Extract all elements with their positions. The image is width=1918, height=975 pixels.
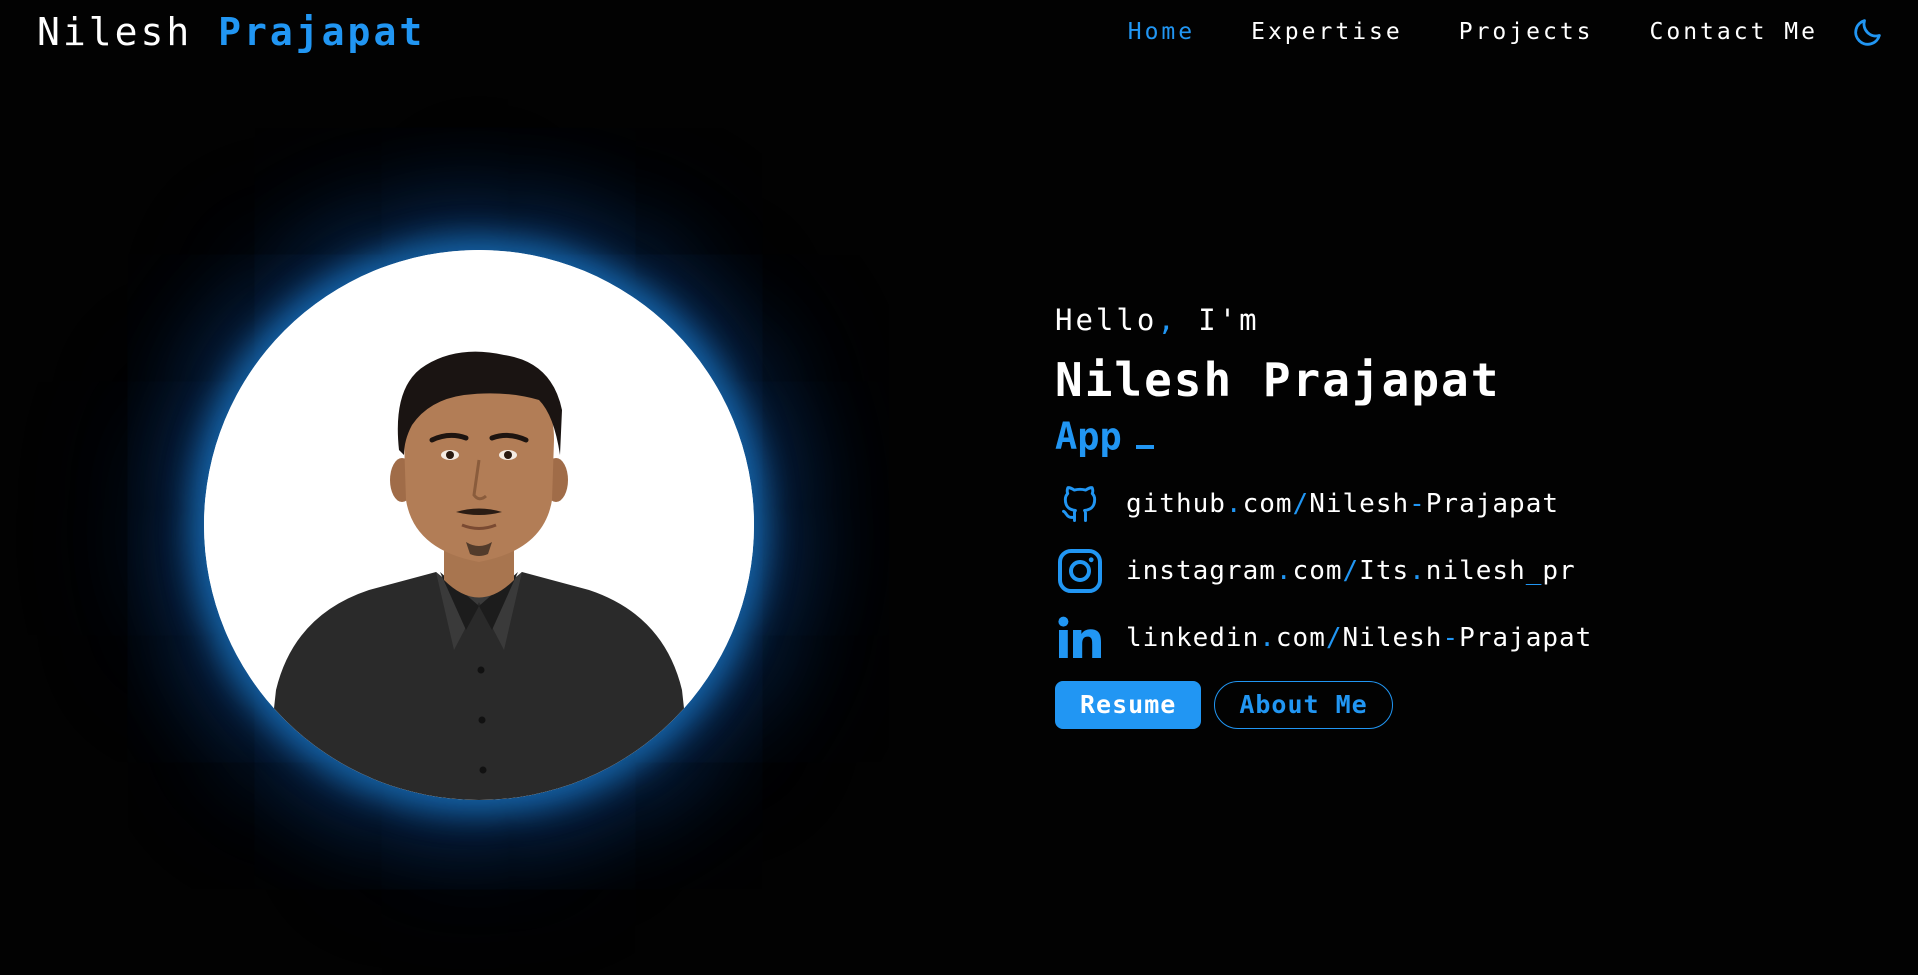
nav-contact-me[interactable]: Contact Me <box>1650 14 1818 50</box>
theme-toggle-button[interactable] <box>1851 15 1885 49</box>
social-links: github.com/Nilesh-Prajapat instagram.com… <box>1055 480 1855 662</box>
greeting-comma: , <box>1157 303 1178 337</box>
greeting-text: Hello, I'm <box>1055 300 1855 340</box>
logo-last-name: Prajapat <box>218 10 426 54</box>
resume-button[interactable]: Resume <box>1055 681 1202 729</box>
instagram-url: instagram.com/Its.nilesh_pr <box>1126 556 1576 586</box>
github-icon <box>1055 479 1105 529</box>
linkedin-url: linkedin.com/Nilesh-Prajapat <box>1126 623 1593 653</box>
linkedin-link[interactable]: linkedin.com/Nilesh-Prajapat <box>1055 614 1855 662</box>
typed-role-text: App <box>1055 415 1122 458</box>
hero-intro: Hello, I'm Nilesh Prajapat App github.co… <box>1055 300 1855 729</box>
profile-photo <box>204 250 754 800</box>
greeting-rest: I'm <box>1177 303 1260 337</box>
github-link[interactable]: github.com/Nilesh-Prajapat <box>1055 480 1855 528</box>
github-url: github.com/Nilesh-Prajapat <box>1126 489 1560 519</box>
instagram-icon <box>1055 546 1105 596</box>
moon-icon <box>1854 19 1881 46</box>
hero-buttons: Resume About Me <box>1055 681 1855 729</box>
logo-first-name: Nilesh <box>37 10 193 54</box>
nav-expertise[interactable]: Expertise <box>1251 14 1403 50</box>
hero-name: Nilesh Prajapat <box>1055 353 1501 407</box>
about-me-button[interactable]: About Me <box>1214 681 1393 729</box>
nav-home[interactable]: Home <box>1128 14 1195 50</box>
instagram-link[interactable]: instagram.com/Its.nilesh_pr <box>1055 547 1855 595</box>
greeting-word: Hello <box>1055 303 1158 337</box>
linkedin-icon <box>1055 613 1105 663</box>
site-logo[interactable]: Nilesh Prajapat <box>37 10 425 54</box>
top-navbar: Nilesh Prajapat Home Expertise Projects … <box>0 0 1918 64</box>
typed-role: App <box>1055 412 1855 462</box>
main-nav: Home Expertise Projects Contact Me <box>1128 14 1818 50</box>
typing-cursor <box>1135 445 1154 449</box>
nav-projects[interactable]: Projects <box>1459 14 1594 50</box>
profile-portrait-illustration <box>204 250 754 800</box>
